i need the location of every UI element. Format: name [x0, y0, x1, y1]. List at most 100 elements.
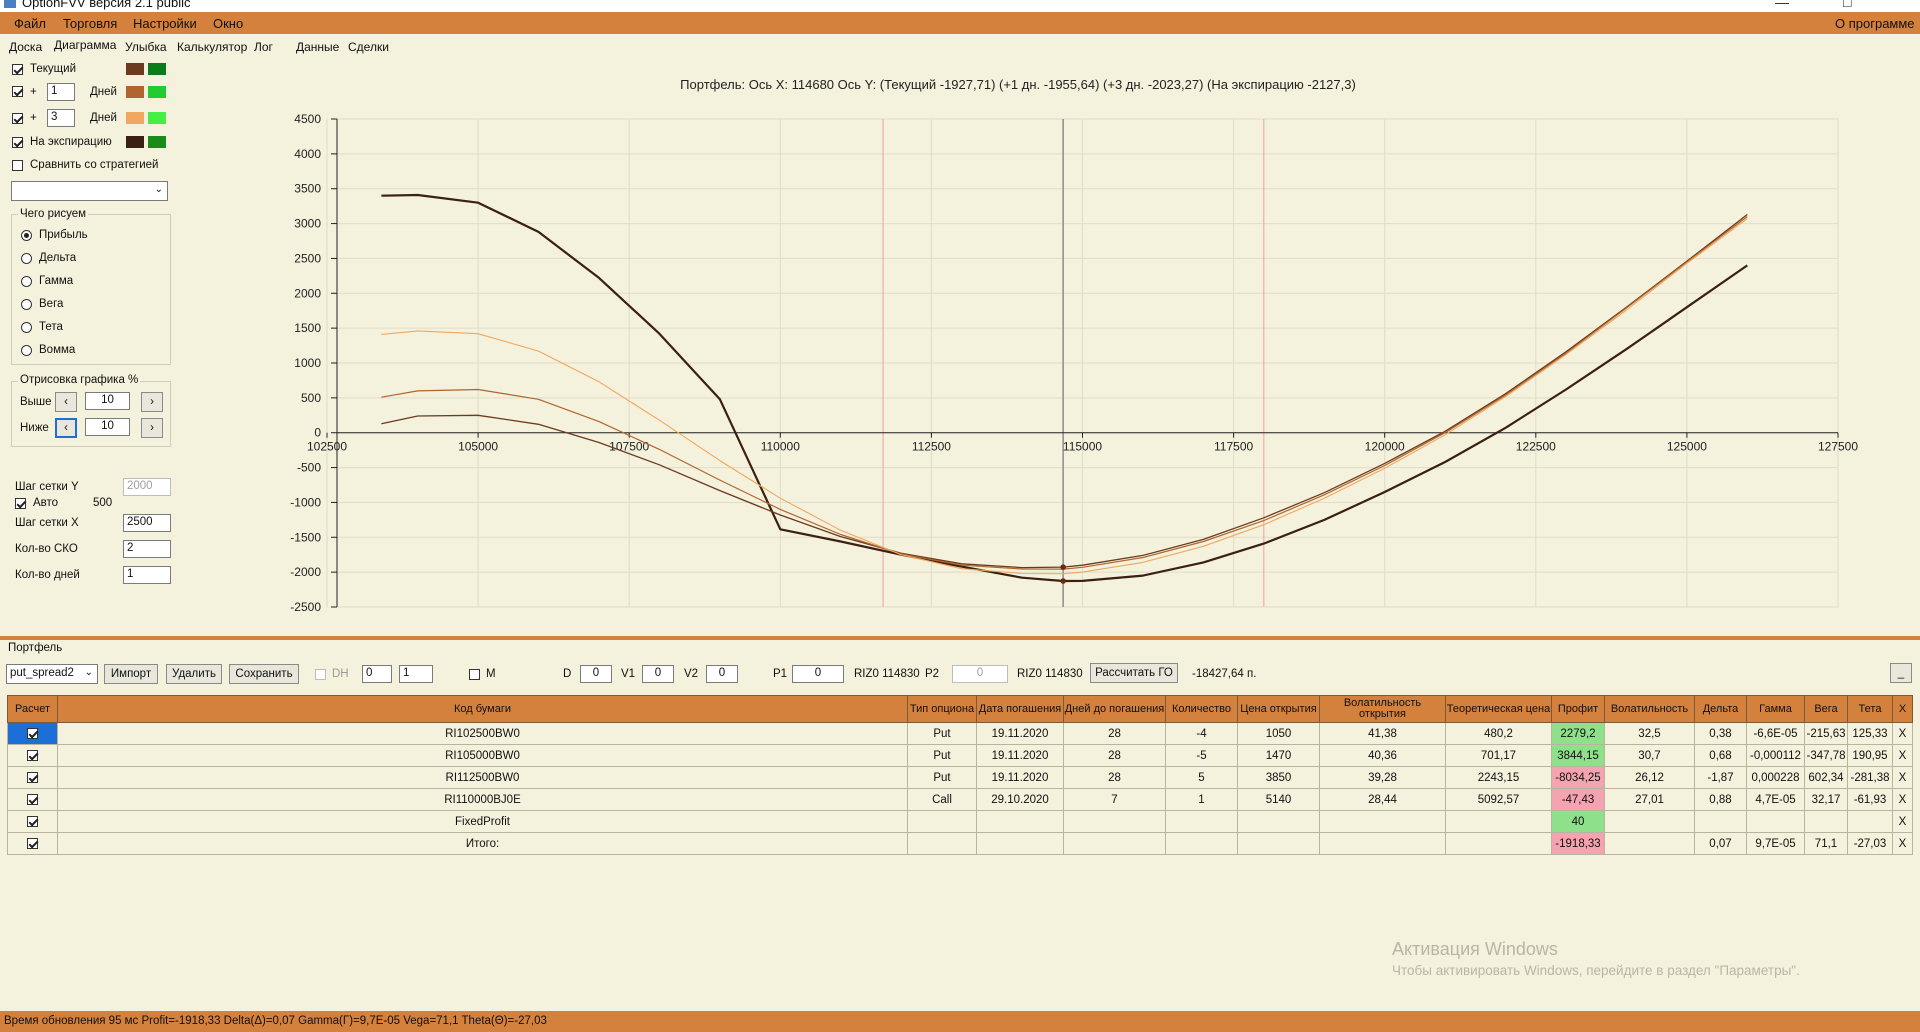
col-theta-header[interactable]: Тета [1847, 695, 1893, 723]
col-code-header[interactable]: Код бумаги [57, 695, 908, 723]
cell-delta [1694, 810, 1747, 833]
p1-label: P1 [773, 668, 788, 680]
col-expiry-header[interactable]: Дата погашения [976, 695, 1064, 723]
calc-checkbox[interactable] [27, 793, 38, 805]
calc-margin-button[interactable]: Рассчитать ГО [1090, 663, 1178, 683]
col-vol-header[interactable]: Волатильность [1604, 695, 1695, 723]
remove-row-button[interactable]: X [1892, 766, 1913, 789]
cell-calc[interactable] [7, 722, 58, 745]
table-header-row: Расчет Код бумаги Тип опциона Дата погаш… [7, 695, 1913, 723]
portfolio-select-value: put_spread2 [10, 667, 74, 679]
y-tick-label: 1500 [294, 321, 321, 335]
cell-calc[interactable] [7, 788, 58, 811]
col-theo-price-header[interactable]: Теоретическая цена [1445, 695, 1552, 723]
cell-open-price [1237, 832, 1320, 855]
chevron-down-icon: ⌄ [84, 667, 93, 678]
table-row[interactable]: Итого: -1918,33 0,07 9,7E-05 71,1 -27,03 X [7, 832, 1913, 855]
v2-label: V2 [684, 668, 699, 680]
cell-theo-price: 5092,57 [1445, 788, 1552, 811]
cell-calc[interactable] [7, 832, 58, 855]
p2-input[interactable]: 0 [952, 665, 1008, 683]
d-input[interactable]: 0 [580, 665, 612, 683]
cell-vol: 26,12 [1604, 766, 1695, 789]
cell-vega: 71,1 [1804, 832, 1848, 855]
dh-spin-2[interactable]: 1 [399, 665, 433, 683]
splitter[interactable] [0, 636, 1920, 640]
calc-checkbox[interactable] [27, 837, 38, 849]
calc-checkbox[interactable] [27, 771, 38, 783]
cell-days: 28 [1063, 744, 1166, 767]
cell-gamma: 9,7E-05 [1746, 832, 1805, 855]
m-checkbox[interactable] [469, 669, 480, 680]
cell-vol: 30,7 [1604, 744, 1695, 767]
activation-watermark-text: Чтобы активировать Windows, перейдите в … [1392, 963, 1800, 978]
calc-checkbox[interactable] [27, 749, 38, 761]
cell-theta: -61,93 [1847, 788, 1893, 811]
cell-theta: 125,33 [1847, 722, 1893, 745]
col-remove-header[interactable]: X [1892, 695, 1913, 723]
calc-checkbox[interactable] [27, 815, 38, 827]
y-tick-label: -2000 [290, 565, 321, 579]
table-row[interactable]: FixedProfit 40 X [7, 810, 1913, 833]
col-open-price-header[interactable]: Цена открытия [1237, 695, 1320, 723]
remove-row-button[interactable]: X [1892, 722, 1913, 745]
table-row[interactable]: RI105000BW0 Put 19.11.2020 28 -5 1470 40,36 701… [7, 744, 1913, 767]
cell-type: Put [907, 722, 977, 745]
table-row[interactable]: RI112500BW0 Put 19.11.2020 28 5 3850 39,28 2243… [7, 766, 1913, 789]
cell-open-price: 5140 [1237, 788, 1320, 811]
col-delta-header[interactable]: Дельта [1694, 695, 1747, 723]
cell-expiry: 19.11.2020 [976, 744, 1064, 767]
col-type-header[interactable]: Тип опциона [907, 695, 977, 723]
cell-calc[interactable] [7, 744, 58, 767]
collapse-button[interactable]: _ [1890, 663, 1912, 683]
activation-watermark-title: Активация Windows [1392, 939, 1558, 959]
x-tick-label: 122500 [1516, 440, 1556, 454]
remove-row-button[interactable]: X [1892, 832, 1913, 855]
col-qty-header[interactable]: Количество [1165, 695, 1238, 723]
cell-type: Put [907, 744, 977, 767]
cell-open-price: 1050 [1237, 722, 1320, 745]
cell-code: RI102500BW0 [57, 722, 908, 745]
x-tick-label: 110000 [761, 440, 800, 454]
cursor-marker [1060, 578, 1066, 584]
save-button[interactable]: Сохранить [229, 664, 299, 684]
p1-input[interactable]: 0 [792, 665, 844, 683]
cell-open-vol: 41,38 [1319, 722, 1446, 745]
col-profit-header[interactable]: Профит [1551, 695, 1605, 723]
col-days-header[interactable]: Дней до погашения [1063, 695, 1166, 723]
v1-label: V1 [621, 668, 636, 680]
cell-code: RI112500BW0 [57, 766, 908, 789]
table-row[interactable]: RI110000BJ0E Call 29.10.2020 7 1 5140 28,44 509… [7, 788, 1913, 811]
cell-open-price [1237, 810, 1320, 833]
profit-chart[interactable]: Портфель: Ось X: 114680 Ось Y: (Текущий … [0, 0, 1920, 640]
cell-open-price: 1470 [1237, 744, 1320, 767]
cell-calc[interactable] [7, 766, 58, 789]
cell-vol: 32,5 [1604, 722, 1695, 745]
d-label: D [563, 668, 572, 680]
cell-vol [1604, 810, 1695, 833]
remove-row-button[interactable]: X [1892, 810, 1913, 833]
cell-expiry: 19.11.2020 [976, 722, 1064, 745]
col-open-vol-header[interactable]: Волатильность открытия [1319, 695, 1446, 723]
portfolio-select[interactable]: put_spread2 ⌄ [6, 664, 98, 684]
delete-button[interactable]: Удалить [166, 664, 222, 684]
m-label: M [486, 668, 496, 680]
table-row[interactable]: RI102500BW0 Put 19.11.2020 28 -4 1050 41,38 480… [7, 722, 1913, 745]
v1-input[interactable]: 0 [642, 665, 674, 683]
v2-input[interactable]: 0 [706, 665, 738, 683]
y-tick-label: 3500 [294, 182, 321, 196]
y-tick-label: 3000 [294, 217, 321, 231]
status-bar: Время обновления 95 мс Profit=-1918,33 D… [0, 1011, 1920, 1032]
calc-checkbox[interactable] [27, 727, 38, 739]
col-gamma-header[interactable]: Гамма [1746, 695, 1805, 723]
remove-row-button[interactable]: X [1892, 788, 1913, 811]
dh-spin-1[interactable]: 0 [362, 665, 392, 683]
y-tick-label: 1000 [294, 356, 321, 370]
import-button[interactable]: Импорт [104, 664, 158, 684]
dh-checkbox[interactable] [315, 669, 326, 680]
cell-calc[interactable] [7, 810, 58, 833]
cell-open-vol [1319, 810, 1446, 833]
col-calc-header[interactable]: Расчет [7, 695, 58, 723]
col-vega-header[interactable]: Вега [1804, 695, 1848, 723]
remove-row-button[interactable]: X [1892, 744, 1913, 767]
